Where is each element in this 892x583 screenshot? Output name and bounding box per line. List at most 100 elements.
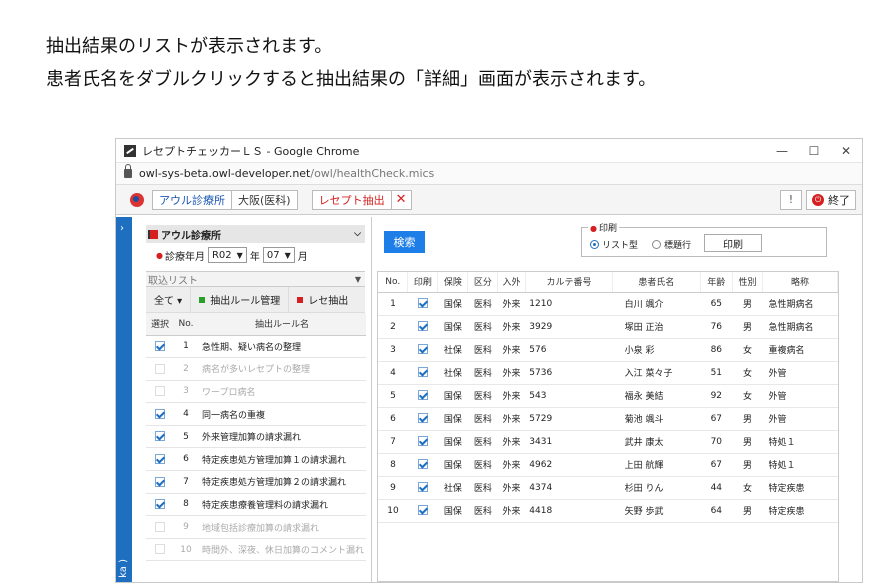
checkbox[interactable]	[417, 390, 428, 401]
patient-name[interactable]: 小泉 彩	[612, 338, 701, 362]
result-col-header[interactable]: 年齢	[700, 272, 734, 293]
patient-name[interactable]: 白川 颯介	[612, 292, 701, 316]
result-row[interactable]: 9 社保 医科 外来 4374 杉田 りん 44 女特定疾患	[378, 476, 838, 500]
result-row[interactable]: 1 国保 医科 外来 1210 白川 颯介 65 男急性期病名	[378, 292, 838, 316]
result-col-header[interactable]: 印刷	[407, 272, 439, 293]
checkbox[interactable]	[155, 431, 165, 442]
clinic-header[interactable]: アウル診療所 ⌵	[146, 225, 365, 243]
rule-row[interactable]: 5 外来管理加算の請求漏れ	[146, 425, 366, 449]
result-col-header[interactable]: 区分	[467, 272, 499, 293]
print-checkbox-cell[interactable]	[407, 292, 438, 316]
rule-checkbox-cell[interactable]	[146, 515, 174, 539]
rule-row[interactable]: 8 特定疾患療養管理料の請求漏れ	[146, 493, 366, 517]
print-checkbox-cell[interactable]	[407, 407, 438, 431]
result-col-header[interactable]: 略称	[762, 272, 839, 293]
era-select[interactable]: R02 ▼	[207, 247, 247, 263]
print-checkbox-cell[interactable]	[407, 315, 438, 339]
result-col-header[interactable]: No.	[378, 272, 409, 293]
checkbox[interactable]	[417, 321, 428, 332]
checkbox[interactable]	[155, 386, 165, 397]
rule-row[interactable]: 7 特定疾患処方管理加算２の請求漏れ	[146, 470, 366, 494]
patient-name[interactable]: 福永 美結	[612, 384, 701, 408]
extract-close-icon[interactable]: ✕	[391, 189, 412, 210]
print-checkbox-cell[interactable]	[407, 476, 438, 500]
result-col-header[interactable]: 保険	[437, 272, 469, 293]
print-checkbox-cell[interactable]	[407, 499, 438, 523]
checkbox[interactable]	[155, 408, 165, 419]
exit-button[interactable]: ⏻ 終了	[806, 189, 856, 210]
import-list-header[interactable]: 取込リスト ▼	[146, 271, 365, 287]
result-row[interactable]: 2 国保 医科 外来 3929 塚田 正治 76 男急性期病名	[378, 315, 838, 339]
rule-row[interactable]: 6 特定疾患処方管理加算１の請求漏れ	[146, 447, 366, 472]
chevron-down-icon[interactable]: ⌵	[354, 229, 361, 239]
select-all-dropdown[interactable]: 全て ▾	[146, 286, 192, 313]
checkbox[interactable]	[417, 436, 428, 447]
rule-row[interactable]: 2 病名が多いレセプトの整理	[146, 357, 366, 381]
patient-name[interactable]: 杉田 りん	[612, 476, 701, 500]
patient-name[interactable]: 入江 菜々子	[612, 361, 701, 385]
rule-checkbox-cell[interactable]	[146, 425, 174, 449]
rule-row[interactable]: 3 ワープロ病名	[146, 380, 366, 404]
rule-checkbox-cell[interactable]	[146, 380, 174, 404]
address-bar[interactable]: owl-sys-beta.owl-developer.net/owl/healt…	[116, 163, 862, 185]
close-window-button[interactable]: ✕	[830, 144, 862, 158]
checkbox[interactable]	[417, 413, 428, 424]
rule-checkbox-cell[interactable]	[146, 447, 174, 472]
print-checkbox-cell[interactable]	[407, 453, 438, 477]
print-checkbox-cell[interactable]	[407, 430, 438, 454]
rule-row[interactable]: 1 急性期、疑い病名の整理	[146, 335, 366, 359]
checkbox[interactable]	[155, 454, 165, 465]
rule-checkbox-cell[interactable]	[146, 357, 174, 381]
chevron-right-icon[interactable]: ›	[120, 223, 124, 234]
radio-title-row[interactable]: 標題行	[652, 238, 691, 251]
result-col-header[interactable]: カルテ番号	[525, 272, 614, 293]
patient-name[interactable]: 矢野 歩武	[612, 499, 701, 523]
checkbox[interactable]	[417, 505, 428, 516]
maximize-button[interactable]: ☐	[798, 144, 830, 158]
chevron-down-icon[interactable]: ▼	[355, 275, 361, 284]
minimize-button[interactable]: —	[766, 144, 798, 158]
print-checkbox-cell[interactable]	[407, 384, 438, 408]
month-select[interactable]: 07 ▼	[262, 247, 295, 263]
checkbox[interactable]	[155, 544, 165, 555]
rule-manage-button[interactable]: 抽出ルール管理	[191, 286, 290, 313]
side-collapse-strip[interactable]: › ka )	[116, 217, 132, 582]
extract-tab[interactable]: レセプト抽出	[311, 189, 392, 210]
patient-name[interactable]: 菊池 颯斗	[612, 407, 701, 431]
rule-checkbox-cell[interactable]	[146, 493, 174, 517]
checkbox[interactable]	[155, 521, 165, 532]
help-button[interactable]: !	[780, 189, 802, 210]
rule-checkbox-cell[interactable]	[146, 538, 174, 562]
result-row[interactable]: 8 国保 医科 外来 4962 上田 航輝 67 男特処１	[378, 453, 838, 477]
search-button[interactable]: 検索	[384, 231, 425, 253]
rule-checkbox-cell[interactable]	[146, 470, 174, 494]
department-button[interactable]: 大阪(医科)	[231, 189, 298, 210]
patient-name[interactable]: 武井 康太	[612, 430, 701, 454]
result-row[interactable]: 10 国保 医科 外来 4418 矢野 歩武 64 男特定疾患	[378, 499, 838, 523]
checkbox[interactable]	[417, 459, 428, 470]
checkbox[interactable]	[417, 482, 428, 493]
result-row[interactable]: 3 社保 医科 外来 576 小泉 彩 86 女重複病名	[378, 338, 838, 362]
result-row[interactable]: 7 国保 医科 外来 3431 武井 康太 70 男特処１	[378, 430, 838, 454]
rule-row[interactable]: 10 時間外、深夜、休日加算のコメント漏れ	[146, 538, 366, 562]
checkbox[interactable]	[417, 367, 428, 378]
result-col-header[interactable]: 性別	[732, 272, 763, 293]
result-col-header[interactable]: 入外	[497, 272, 526, 293]
checkbox[interactable]	[155, 499, 165, 510]
result-col-header[interactable]: 患者氏名	[612, 272, 701, 293]
checkbox[interactable]	[155, 363, 165, 374]
radio-list-type[interactable]: リスト型	[590, 238, 638, 251]
result-row[interactable]: 4 社保 医科 外来 5736 入江 菜々子 51 女外管	[378, 361, 838, 385]
print-checkbox-cell[interactable]	[407, 361, 438, 385]
checkbox[interactable]	[155, 476, 165, 487]
rule-row[interactable]: 9 地域包括診療加算の請求漏れ	[146, 515, 366, 539]
patient-name[interactable]: 塚田 正治	[612, 315, 701, 339]
result-row[interactable]: 6 国保 医科 外来 5729 菊池 颯斗 67 男外管	[378, 407, 838, 431]
checkbox[interactable]	[417, 298, 428, 309]
print-checkbox-cell[interactable]	[407, 338, 438, 362]
rule-checkbox-cell[interactable]	[146, 402, 174, 426]
rule-row[interactable]: 4 同一病名の重複	[146, 402, 366, 426]
clinic-button[interactable]: アウル診療所	[152, 189, 231, 210]
rule-checkbox-cell[interactable]	[146, 335, 174, 359]
rece-extract-button[interactable]: レセ抽出	[289, 287, 356, 313]
